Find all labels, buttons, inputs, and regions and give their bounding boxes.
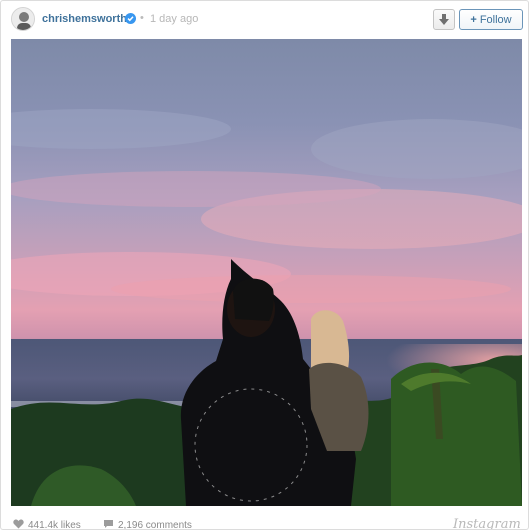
speech-bubble-icon: [103, 519, 114, 529]
download-arrow-icon: [439, 14, 449, 25]
avatar[interactable]: [11, 7, 35, 31]
separator-dot: •: [140, 12, 144, 24]
comments-label: 2,196 comments: [118, 520, 192, 530]
username-link[interactable]: chrishemsworth: [42, 13, 127, 25]
download-button[interactable]: [433, 9, 455, 30]
post-timestamp[interactable]: 1 day ago: [150, 13, 198, 25]
instagram-wordmark[interactable]: Instagram: [453, 517, 521, 529]
verified-badge-icon: [125, 13, 136, 24]
heart-icon: [13, 519, 24, 529]
follow-label: Follow: [479, 13, 512, 26]
instagram-embed: chrishemsworth • 1 day ago + Follow 441.…: [0, 0, 529, 530]
follow-button[interactable]: + Follow: [459, 9, 523, 30]
post-photo[interactable]: [11, 39, 522, 506]
comments-count[interactable]: 2,196 comments: [103, 519, 192, 530]
likes-label: 441.4k likes: [28, 520, 81, 530]
post-footer: 441.4k likes 2,196 comments Instagram: [1, 513, 528, 530]
post-header: chrishemsworth • 1 day ago + Follow: [1, 1, 528, 39]
plus-icon: +: [470, 13, 477, 26]
likes-count[interactable]: 441.4k likes: [13, 519, 81, 530]
